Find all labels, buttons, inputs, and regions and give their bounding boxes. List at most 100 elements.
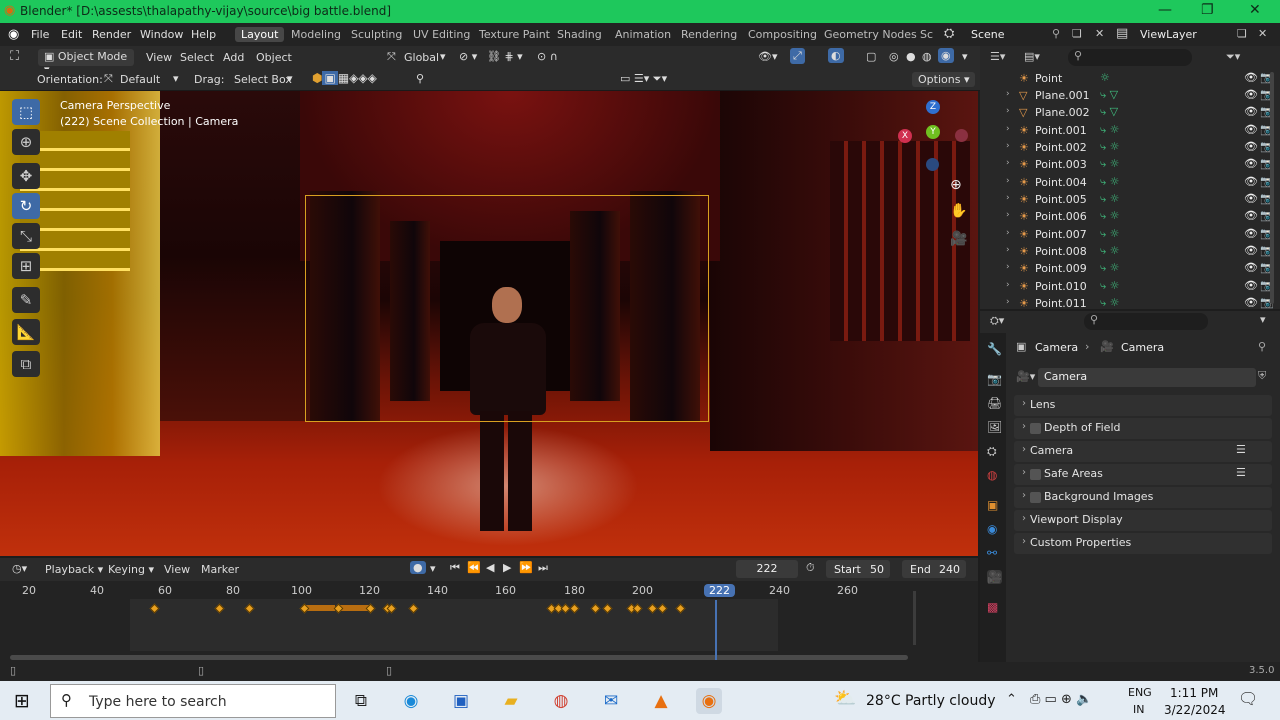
menu-object[interactable]: Object	[256, 51, 292, 64]
zoom-icon[interactable]: ⊕	[950, 177, 962, 193]
expand-chevron-icon[interactable]: ›	[1006, 228, 1010, 238]
current-frame-field[interactable]: 222	[736, 560, 798, 578]
section-camera[interactable]: › Camera ☰	[1014, 441, 1272, 462]
vlc-icon[interactable]: ▲	[648, 688, 674, 714]
options-dropdown[interactable]: Options ▾	[912, 72, 976, 87]
section-safe-areas[interactable]: › Safe Areas ☰	[1014, 464, 1272, 485]
maximize-button[interactable]: ❐	[1201, 2, 1214, 18]
start-frame-field[interactable]: Start 50	[826, 560, 890, 578]
visibility-eye-icon[interactable]: 👁	[1244, 123, 1258, 136]
expand-chevron-icon[interactable]: ›	[1006, 176, 1010, 186]
outliner-row[interactable]: › ☀ Point.002 ⤷ ☼ 👁 📷	[980, 140, 1274, 157]
gizmo-neg-x-axis[interactable]	[955, 129, 968, 142]
pan-hand-icon[interactable]: ✋	[950, 203, 967, 219]
menu-window[interactable]: Window	[140, 28, 183, 41]
dof-checkbox[interactable]	[1030, 423, 1041, 434]
datablock-name-field[interactable]: Camera	[1038, 368, 1256, 387]
visibility-eye-icon[interactable]: 👁	[1244, 71, 1258, 84]
pivot-icon[interactable]: ⊘ ▾	[459, 50, 477, 63]
menu-view[interactable]: View	[146, 51, 172, 64]
visibility-eye-icon[interactable]: 👁	[1244, 279, 1258, 292]
gizmo-neg-z-axis[interactable]	[926, 158, 939, 171]
world-tab-icon[interactable]: ◍	[987, 468, 997, 482]
tray-chevron-icon[interactable]: ⌃	[1006, 692, 1017, 707]
menu-keying[interactable]: Keying ▾	[108, 563, 154, 576]
menu-view-timeline[interactable]: View	[164, 563, 190, 576]
language-line1[interactable]: ENG	[1128, 686, 1152, 699]
gizmo-x-axis[interactable]: X	[898, 129, 912, 143]
rendered-shading-icon[interactable]: ◉	[938, 48, 954, 63]
playhead-line[interactable]	[715, 600, 717, 660]
weather-text[interactable]: 28°C Partly cloudy	[866, 693, 996, 709]
file-explorer-icon[interactable]: ▰	[498, 688, 524, 714]
play-reverse-icon[interactable]: ◀	[486, 561, 494, 574]
section-background-images[interactable]: › Background Images	[1014, 487, 1272, 508]
visibility-eye-icon[interactable]: 👁	[1244, 88, 1258, 101]
outliner-row[interactable]: ☀ Point ☼ 👁 📷	[980, 71, 1274, 88]
snap-icon[interactable]: ⛓ ⋕ ▾	[487, 50, 523, 63]
visibility-eye-icon[interactable]: 👁	[1244, 244, 1258, 257]
store-icon[interactable]: ▣	[448, 688, 474, 714]
menu-select[interactable]: Select	[180, 51, 214, 64]
expand-chevron-icon[interactable]: ›	[1006, 158, 1010, 168]
3d-viewport[interactable]: Camera Perspective (222) Scene Collectio…	[0, 91, 978, 556]
gizmo-y-axis[interactable]: Y	[926, 125, 940, 139]
timeline-scroll-track[interactable]	[913, 591, 916, 645]
transform-dropdown-chevron-icon[interactable]: ▾	[440, 50, 446, 63]
outliner-search-input[interactable]: ⚲	[1068, 49, 1192, 66]
preview-range-icon[interactable]: ⏱	[806, 561, 815, 575]
tab-sculpting[interactable]: Sculpting	[345, 27, 408, 42]
visibility-eye-icon[interactable]: 👁	[1244, 105, 1258, 118]
orientation-dropdown[interactable]: Default	[120, 73, 160, 86]
overlay-toggle-icon[interactable]: ◐	[828, 48, 844, 63]
editor-type-icon[interactable]: ⛶	[10, 49, 19, 64]
expand-chevron-icon[interactable]: ›	[1006, 141, 1010, 151]
expand-chevron-icon[interactable]: ›	[1006, 210, 1010, 220]
blender-menu-icon[interactable]: ◉	[8, 27, 19, 42]
play-icon[interactable]: ▶	[503, 561, 511, 574]
visibility-eye-icon[interactable]: 👁	[1244, 261, 1258, 274]
render-tab-icon[interactable]: 📷	[987, 372, 1002, 386]
cursor-tool-icon[interactable]: ⊕	[12, 129, 40, 155]
rotate-tool-icon[interactable]: ↻	[12, 193, 40, 219]
texture-tab-icon[interactable]: ▩	[987, 600, 998, 614]
menu-edit[interactable]: Edit	[61, 28, 82, 41]
timeline-area[interactable]	[0, 581, 978, 662]
annotate-tool-icon[interactable]: ✎	[12, 287, 40, 313]
clock-time[interactable]: 1:11 PM	[1170, 686, 1218, 700]
new-scene-icon[interactable]: ❏	[1072, 27, 1082, 40]
outliner-row[interactable]: › ☀ Point.009 ⤷ ☼ 👁 📷	[980, 261, 1274, 278]
windows-start-icon[interactable]: ⊞	[14, 690, 30, 712]
drag-chevron-icon[interactable]: ▾	[287, 72, 293, 85]
prev-keyframe-icon[interactable]: ⏪	[467, 561, 481, 574]
properties-editor-icon[interactable]: ⛭▾	[990, 314, 1004, 328]
tab-shading[interactable]: Shading	[551, 27, 608, 42]
chrome-icon[interactable]: ◍	[548, 688, 574, 714]
taskbar-search-box[interactable]: ⚲ Type here to search	[50, 684, 336, 718]
outliner-row[interactable]: › ☀ Point.007 ⤷ ☼ 👁 📷	[980, 227, 1274, 244]
outliner-row[interactable]: › ☀ Point.005 ⤷ ☼ 👁 📷	[980, 192, 1274, 209]
timeline-editor-icon[interactable]: ◷▾	[12, 562, 27, 575]
drag-dropdown[interactable]: Select Box	[234, 73, 292, 86]
pin-icon[interactable]: ⚲	[1052, 27, 1060, 40]
filter-icon[interactable]: ▭ ☰▾ ⏷▾	[620, 72, 667, 86]
menu-help[interactable]: Help	[191, 28, 216, 41]
list-icon[interactable]: ☰	[1236, 466, 1246, 479]
blender-taskbar-icon[interactable]: ◉	[696, 688, 722, 714]
camera-view-icon[interactable]: 🎥	[950, 231, 967, 247]
scene-name[interactable]: Scene	[971, 28, 1005, 41]
jump-end-icon[interactable]: ⏭	[538, 561, 548, 575]
expand-chevron-icon[interactable]: ›	[1006, 89, 1010, 99]
material-shading-icon[interactable]: ◍	[922, 50, 932, 63]
outliner-row[interactable]: › ☀ Point.004 ⤷ ☼ 👁 📷	[980, 175, 1274, 192]
expand-chevron-icon[interactable]: ›	[1006, 245, 1010, 255]
weather-icon[interactable]: ⛅	[834, 688, 856, 709]
visibility-eye-icon[interactable]: 👁	[1244, 209, 1258, 222]
transform-tool-icon[interactable]: ⊞	[12, 253, 40, 279]
menu-add[interactable]: Add	[223, 51, 244, 64]
move-tool-icon[interactable]: ✥	[12, 163, 40, 189]
expand-chevron-icon[interactable]: ›	[1006, 297, 1010, 307]
visibility-eye-icon[interactable]: 👁	[1244, 227, 1258, 240]
camera-data-tab-icon[interactable]: 🎥	[987, 570, 1002, 584]
tab-layout[interactable]: Layout	[235, 27, 285, 42]
